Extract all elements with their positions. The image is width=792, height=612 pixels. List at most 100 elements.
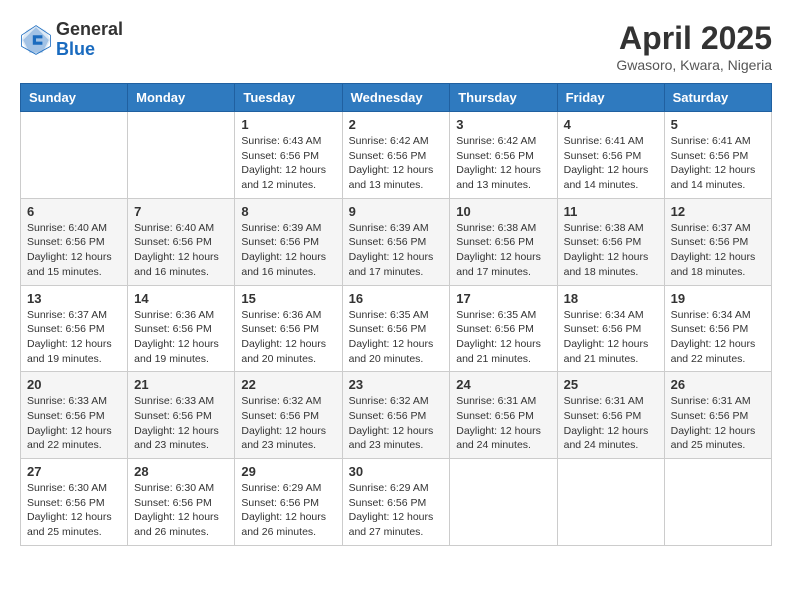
day-info: Sunrise: 6:39 AMSunset: 6:56 PMDaylight:… bbox=[349, 221, 444, 280]
day-cell: 27 Sunrise: 6:30 AMSunset: 6:56 PMDayligh… bbox=[21, 459, 128, 546]
day-number: 8 bbox=[241, 204, 335, 219]
day-info: Sunrise: 6:36 AMSunset: 6:56 PMDaylight:… bbox=[134, 308, 228, 367]
day-number: 29 bbox=[241, 464, 335, 479]
day-cell bbox=[557, 459, 664, 546]
day-number: 1 bbox=[241, 117, 335, 132]
day-number: 23 bbox=[349, 377, 444, 392]
day-cell bbox=[450, 459, 557, 546]
logo-general: General bbox=[56, 20, 123, 40]
day-info: Sunrise: 6:31 AMSunset: 6:56 PMDaylight:… bbox=[456, 394, 550, 453]
title-block: April 2025 Gwasoro, Kwara, Nigeria bbox=[616, 20, 772, 73]
day-info: Sunrise: 6:30 AMSunset: 6:56 PMDaylight:… bbox=[134, 481, 228, 540]
day-number: 25 bbox=[564, 377, 658, 392]
day-number: 20 bbox=[27, 377, 121, 392]
day-cell: 18Sunrise: 6:34 AMSunset: 6:56 PMDayligh… bbox=[557, 285, 664, 372]
page-header: General Blue April 2025 Gwasoro, Kwara, … bbox=[20, 20, 772, 73]
day-cell bbox=[21, 112, 128, 199]
logo-icon bbox=[20, 24, 52, 56]
day-number: 19 bbox=[671, 291, 765, 306]
day-cell: 11Sunrise: 6:38 AMSunset: 6:56 PMDayligh… bbox=[557, 198, 664, 285]
location-subtitle: Gwasoro, Kwara, Nigeria bbox=[616, 57, 772, 73]
day-cell: 12 Sunrise: 6:37 AMSunset: 6:56 PMDayligh… bbox=[664, 198, 771, 285]
day-number: 16 bbox=[349, 291, 444, 306]
calendar-table: SundayMondayTuesdayWednesdayThursdayFrid… bbox=[20, 83, 772, 546]
week-row-1: 1Sunrise: 6:43 AMSunset: 6:56 PMDaylight… bbox=[21, 112, 772, 199]
day-info: Sunrise: 6:34 AMSunset: 6:56 PMDaylight:… bbox=[671, 308, 765, 367]
day-cell: 15 Sunrise: 6:36 AMSunset: 6:56 PMDayligh… bbox=[235, 285, 342, 372]
day-number: 10 bbox=[456, 204, 550, 219]
day-cell: 9 Sunrise: 6:39 AMSunset: 6:56 PMDaylight… bbox=[342, 198, 450, 285]
day-number: 18 bbox=[564, 291, 658, 306]
day-cell: 10 Sunrise: 6:38 AMSunset: 6:56 PMDayligh… bbox=[450, 198, 557, 285]
day-number: 22 bbox=[241, 377, 335, 392]
day-cell: 5 Sunrise: 6:41 AMSunset: 6:56 PMDaylight… bbox=[664, 112, 771, 199]
day-cell: 22Sunrise: 6:32 AMSunset: 6:56 PMDayligh… bbox=[235, 372, 342, 459]
day-number: 2 bbox=[349, 117, 444, 132]
day-cell: 14 Sunrise: 6:36 AMSunset: 6:56 PMDayligh… bbox=[128, 285, 235, 372]
day-cell: 16 Sunrise: 6:35 AMSunset: 6:56 PMDayligh… bbox=[342, 285, 450, 372]
day-info: Sunrise: 6:35 AMSunset: 6:56 PMDaylight:… bbox=[456, 308, 550, 367]
day-cell: 26Sunrise: 6:31 AMSunset: 6:56 PMDayligh… bbox=[664, 372, 771, 459]
day-number: 27 bbox=[27, 464, 121, 479]
week-row-3: 13Sunrise: 6:37 AMSunset: 6:56 PMDayligh… bbox=[21, 285, 772, 372]
day-number: 13 bbox=[27, 291, 121, 306]
day-number: 15 bbox=[241, 291, 335, 306]
day-cell: 3 Sunrise: 6:42 AMSunset: 6:56 PMDaylight… bbox=[450, 112, 557, 199]
day-cell bbox=[664, 459, 771, 546]
day-info: Sunrise: 6:29 AMSunset: 6:56 PMDaylight:… bbox=[241, 481, 335, 540]
day-info: Sunrise: 6:29 AMSunset: 6:56 PMDaylight:… bbox=[349, 481, 444, 540]
day-number: 17 bbox=[456, 291, 550, 306]
day-info: Sunrise: 6:41 AMSunset: 6:56 PMDaylight:… bbox=[671, 134, 765, 193]
day-info: Sunrise: 6:38 AMSunset: 6:56 PMDaylight:… bbox=[564, 221, 658, 280]
day-info: Sunrise: 6:38 AMSunset: 6:56 PMDaylight:… bbox=[456, 221, 550, 280]
logo-text: General Blue bbox=[56, 20, 123, 60]
weekday-header-sunday: Sunday bbox=[21, 84, 128, 112]
day-cell: 7 Sunrise: 6:40 AMSunset: 6:56 PMDaylight… bbox=[128, 198, 235, 285]
day-info: Sunrise: 6:40 AMSunset: 6:56 PMDaylight:… bbox=[27, 221, 121, 280]
day-info: Sunrise: 6:36 AMSunset: 6:56 PMDaylight:… bbox=[241, 308, 335, 367]
weekday-header-saturday: Saturday bbox=[664, 84, 771, 112]
day-info: Sunrise: 6:31 AMSunset: 6:56 PMDaylight:… bbox=[564, 394, 658, 453]
day-number: 3 bbox=[456, 117, 550, 132]
day-number: 26 bbox=[671, 377, 765, 392]
day-cell: 29 Sunrise: 6:29 AMSunset: 6:56 PMDayligh… bbox=[235, 459, 342, 546]
day-cell: 8 Sunrise: 6:39 AMSunset: 6:56 PMDaylight… bbox=[235, 198, 342, 285]
day-info: Sunrise: 6:37 AMSunset: 6:56 PMDaylight:… bbox=[671, 221, 765, 280]
weekday-header-friday: Friday bbox=[557, 84, 664, 112]
day-cell: 25 Sunrise: 6:31 AMSunset: 6:56 PMDayligh… bbox=[557, 372, 664, 459]
day-cell: 21 Sunrise: 6:33 AMSunset: 6:56 PMDayligh… bbox=[128, 372, 235, 459]
day-info: Sunrise: 6:33 AMSunset: 6:56 PMDaylight:… bbox=[27, 394, 121, 453]
day-info: Sunrise: 6:35 AMSunset: 6:56 PMDaylight:… bbox=[349, 308, 444, 367]
day-number: 9 bbox=[349, 204, 444, 219]
day-cell: 4Sunrise: 6:41 AMSunset: 6:56 PMDaylight… bbox=[557, 112, 664, 199]
day-cell: 19 Sunrise: 6:34 AMSunset: 6:56 PMDayligh… bbox=[664, 285, 771, 372]
weekday-header-thursday: Thursday bbox=[450, 84, 557, 112]
weekday-header-wednesday: Wednesday bbox=[342, 84, 450, 112]
day-cell: 13Sunrise: 6:37 AMSunset: 6:56 PMDayligh… bbox=[21, 285, 128, 372]
day-cell: 23Sunrise: 6:32 AMSunset: 6:56 PMDayligh… bbox=[342, 372, 450, 459]
day-info: Sunrise: 6:39 AMSunset: 6:56 PMDaylight:… bbox=[241, 221, 335, 280]
day-number: 7 bbox=[134, 204, 228, 219]
day-number: 24 bbox=[456, 377, 550, 392]
day-number: 12 bbox=[671, 204, 765, 219]
day-number: 28 bbox=[134, 464, 228, 479]
day-info: Sunrise: 6:40 AMSunset: 6:56 PMDaylight:… bbox=[134, 221, 228, 280]
day-info: Sunrise: 6:30 AMSunset: 6:56 PMDaylight:… bbox=[27, 481, 121, 540]
day-cell: 24 Sunrise: 6:31 AMSunset: 6:56 PMDayligh… bbox=[450, 372, 557, 459]
day-number: 21 bbox=[134, 377, 228, 392]
day-info: Sunrise: 6:42 AMSunset: 6:56 PMDaylight:… bbox=[349, 134, 444, 193]
day-cell: 28 Sunrise: 6:30 AMSunset: 6:56 PMDayligh… bbox=[128, 459, 235, 546]
day-number: 30 bbox=[349, 464, 444, 479]
day-cell: 1Sunrise: 6:43 AMSunset: 6:56 PMDaylight… bbox=[235, 112, 342, 199]
logo-blue: Blue bbox=[56, 40, 123, 60]
day-number: 6 bbox=[27, 204, 121, 219]
weekday-header-monday: Monday bbox=[128, 84, 235, 112]
day-number: 5 bbox=[671, 117, 765, 132]
day-number: 14 bbox=[134, 291, 228, 306]
day-info: Sunrise: 6:41 AMSunset: 6:56 PMDaylight:… bbox=[564, 134, 658, 193]
day-info: Sunrise: 6:33 AMSunset: 6:56 PMDaylight:… bbox=[134, 394, 228, 453]
week-row-5: 27 Sunrise: 6:30 AMSunset: 6:56 PMDayligh… bbox=[21, 459, 772, 546]
week-row-2: 6 Sunrise: 6:40 AMSunset: 6:56 PMDaylight… bbox=[21, 198, 772, 285]
day-cell bbox=[128, 112, 235, 199]
day-info: Sunrise: 6:42 AMSunset: 6:56 PMDaylight:… bbox=[456, 134, 550, 193]
